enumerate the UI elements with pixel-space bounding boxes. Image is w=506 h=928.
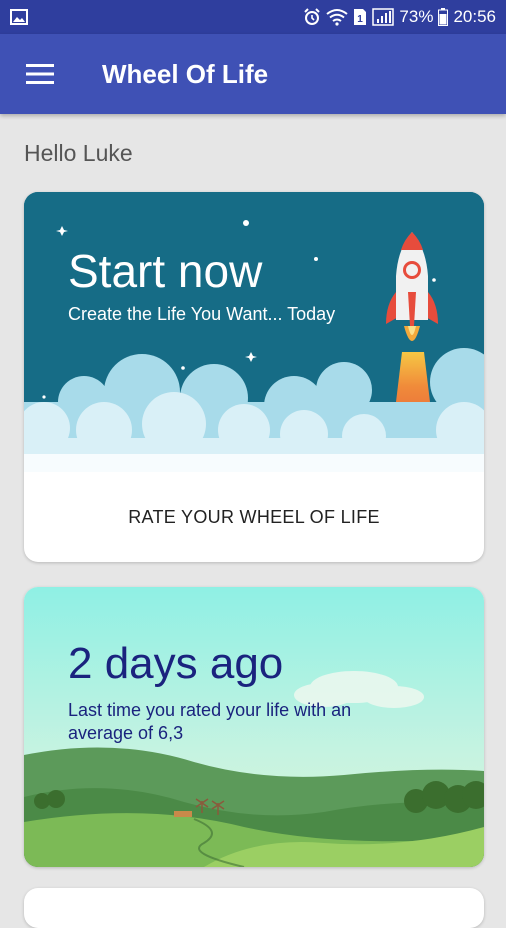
wifi-icon — [326, 8, 349, 26]
battery-icon — [438, 8, 449, 26]
signal-icon — [372, 8, 395, 26]
card-title: Start now — [68, 245, 263, 297]
clock: 20:56 — [453, 7, 496, 26]
rocket-illustration: Start now Create the Life You Want... To… — [24, 192, 484, 472]
battery-percent: 73% — [399, 7, 434, 26]
app-bar: Wheel Of Life — [0, 34, 506, 114]
landscape-illustration: 2 days ago Last time you rated your life… — [24, 587, 484, 867]
card-subtitle: Create the Life You Want... Today — [68, 304, 336, 324]
menu-button[interactable] — [0, 34, 80, 114]
start-now-card[interactable]: Start now Create the Life You Want... To… — [24, 192, 484, 562]
rate-wheel-button[interactable]: RATE YOUR WHEEL OF LIFE — [24, 472, 484, 562]
sim-icon: 1 — [353, 8, 367, 26]
card-subtitle: Last time you rated your life with an av… — [68, 700, 352, 743]
alarm-icon — [303, 8, 321, 26]
status-bar: 1 73% 20:56 — [0, 0, 506, 34]
menu-icon — [26, 64, 54, 84]
image-icon — [10, 9, 28, 25]
card-title: 2 days ago — [68, 639, 284, 688]
greeting-text: Hello Luke — [24, 140, 133, 166]
app-title: Wheel Of Life — [102, 58, 269, 89]
next-card[interactable] — [24, 888, 484, 928]
svg-text:1: 1 — [358, 14, 364, 25]
last-rating-card[interactable]: 2 days ago Last time you rated your life… — [24, 587, 484, 867]
